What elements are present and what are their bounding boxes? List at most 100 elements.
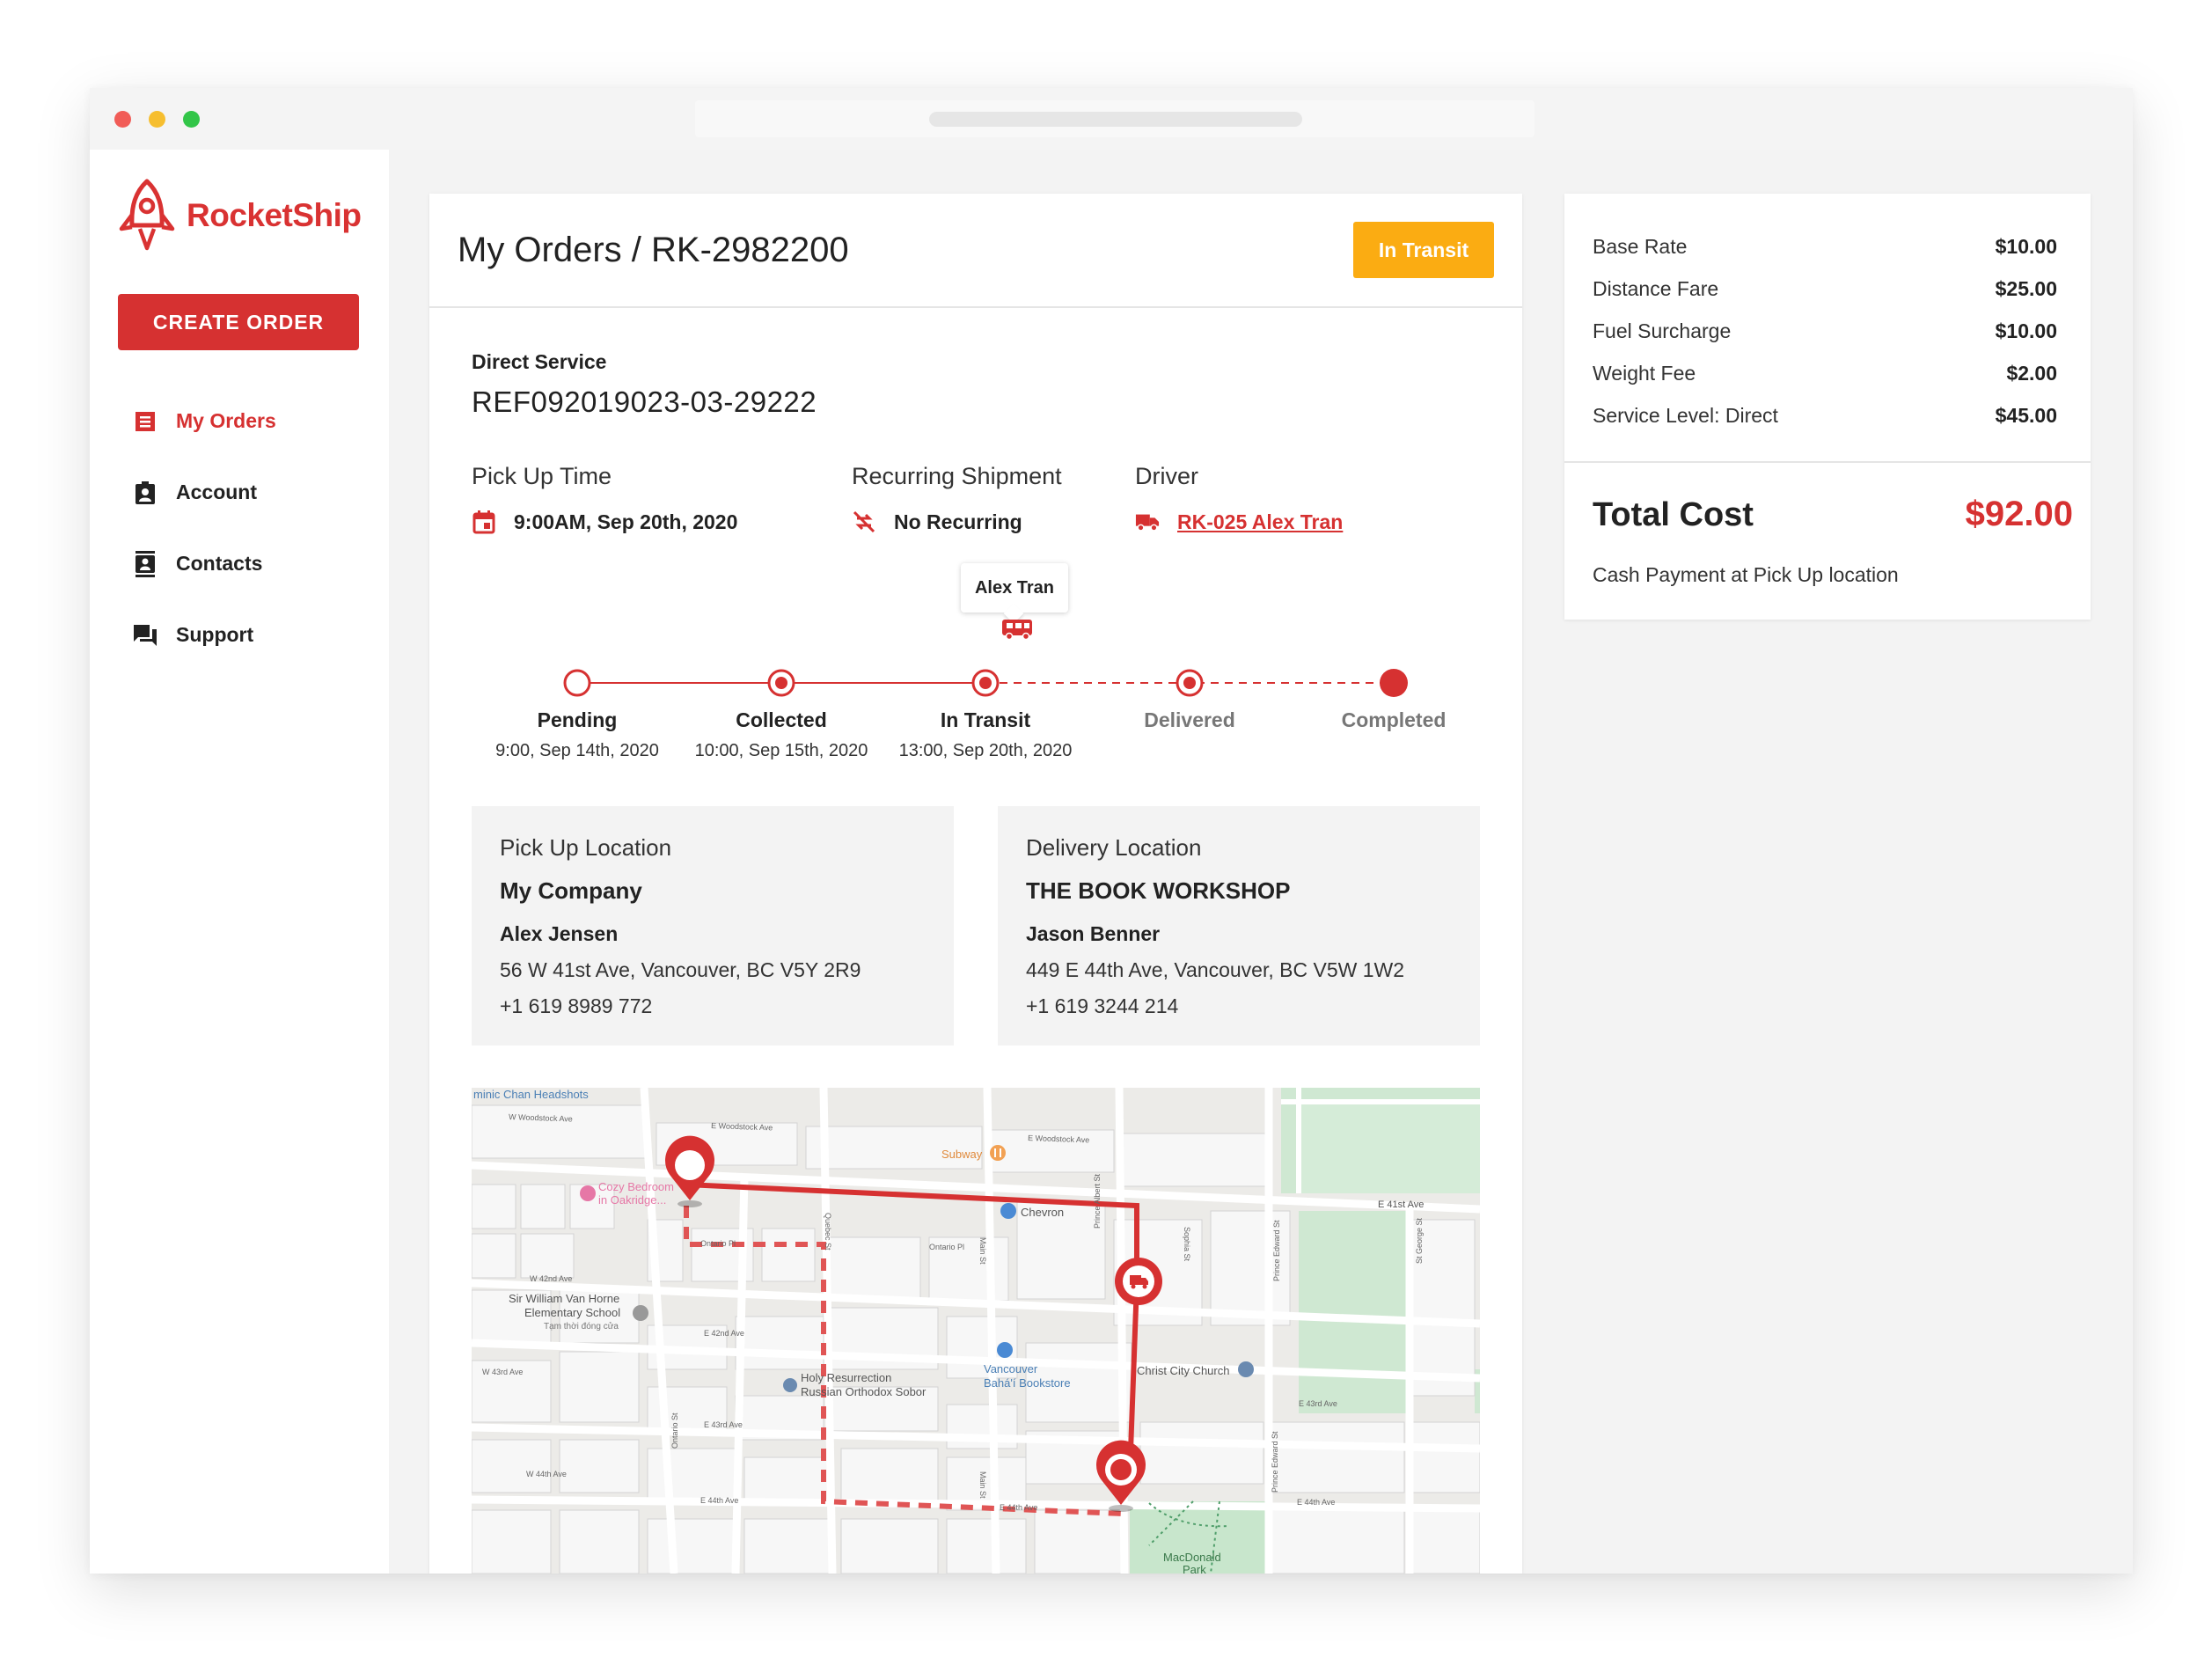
route-map[interactable]: minic Chan Headshots W Woodstock Ave E W…: [472, 1088, 1480, 1574]
map-label-w44: W 44th Ave: [526, 1470, 567, 1478]
cost-value: $10.00: [1995, 319, 2057, 342]
step-in-transit-label: In Transit: [940, 708, 1031, 731]
sidebar-item-my-orders[interactable]: My Orders: [132, 385, 276, 457]
delivery-address: 449 E 44th Ave, Vancouver, BC V5W 1W2: [1026, 958, 1405, 981]
delivery-location-title: Delivery Location: [1026, 834, 1202, 861]
map-label-st-george: St George St: [1415, 1217, 1424, 1264]
cost-label: Base Rate: [1593, 234, 1688, 258]
map-label-e43b: E 43rd Ave: [1299, 1399, 1337, 1408]
map-label-school-3: Tạm thời đóng cửa: [544, 1321, 619, 1332]
school-poi-icon: [633, 1305, 648, 1321]
driver-link[interactable]: RK-025 Alex Tran: [1177, 510, 1343, 534]
bahai-bookstore-poi-icon: [997, 1342, 1013, 1358]
sidebar: RocketShip CREATE ORDER My Orders Accoun…: [90, 150, 389, 1574]
orders-list-icon: [132, 408, 158, 435]
address-bar[interactable]: [695, 100, 1534, 137]
rocket-logo-icon: [119, 179, 175, 251]
service-type: Direct Service: [472, 350, 607, 373]
recurring-value: No Recurring: [894, 510, 1022, 533]
pickup-location-title: Pick Up Location: [500, 834, 672, 861]
step-pending-time: 9:00, Sep 14th, 2020: [495, 741, 659, 760]
step-in-transit-time: 13:00, Sep 20th, 2020: [898, 741, 1073, 760]
create-order-button[interactable]: CREATE ORDER: [118, 294, 359, 350]
pickup-time-label: Pick Up Time: [472, 463, 612, 489]
map-label-w42: W 42nd Ave: [530, 1274, 572, 1283]
repeat-off-icon: [852, 510, 876, 534]
sidebar-item-contacts[interactable]: Contacts: [132, 528, 276, 599]
map-label-e44b: E 44th Ave: [1000, 1503, 1037, 1512]
close-window-button[interactable]: [114, 111, 131, 128]
step-delivered-label: Delivered: [1144, 708, 1235, 731]
cost-value: $10.00: [1995, 234, 2057, 258]
sidebar-item-support[interactable]: Support: [132, 599, 276, 671]
truck-map-marker: [1115, 1258, 1162, 1305]
pickup-time-row: 9:00AM, Sep 20th, 2020: [472, 510, 737, 534]
pickup-address: 56 W 41st Ave, Vancouver, BC V5Y 2R9: [500, 958, 861, 981]
map-label-e42: E 42nd Ave: [704, 1329, 744, 1338]
minimize-window-button[interactable]: [149, 111, 165, 128]
map-label-main: Main St: [978, 1237, 987, 1265]
title-bar: [90, 88, 2133, 150]
timeline-track: [563, 620, 1408, 697]
map-label-cozy-1: Cozy Bedroom: [598, 1180, 674, 1193]
cost-row-fuel-surcharge: Fuel Surcharge $10.00: [1593, 310, 2057, 352]
cost-row-weight-fee: Weight Fee $2.00: [1593, 352, 2057, 394]
map-label-e41: E 41st Ave: [1378, 1199, 1424, 1210]
step-pending-marker: [563, 669, 591, 697]
map-label-prince-albert: Prince Albert St: [1093, 1173, 1102, 1229]
step-collected-time: 10:00, Sep 15th, 2020: [694, 741, 868, 760]
cost-value: $25.00: [1995, 276, 2057, 300]
sidebar-item-label: My Orders: [176, 409, 276, 432]
sidebar-item-label: Contacts: [176, 552, 263, 575]
map-label-bahai-1: Vancouver: [984, 1362, 1038, 1376]
map-label-prince-edward2: Prince Edward St: [1271, 1431, 1279, 1493]
sidebar-nav: My Orders Account Contacts Support: [132, 385, 276, 671]
map-label-bahai-2: Bahá'í Bookstore: [984, 1376, 1071, 1390]
order-card: My Orders / RK-2982200 In Transit Direct…: [429, 194, 1522, 1574]
logo[interactable]: RocketShip: [116, 178, 362, 253]
driver-row: RK-025 Alex Tran: [1135, 510, 1343, 534]
map-label-subway: Subway: [941, 1148, 983, 1161]
sidebar-item-account[interactable]: Account: [132, 457, 276, 528]
total-cost-label: Total Cost: [1593, 496, 1754, 533]
maximize-window-button[interactable]: [183, 111, 200, 128]
pickup-phone: +1 619 8989 772: [500, 994, 653, 1017]
cost-value: $45.00: [1995, 403, 2057, 427]
cost-value: $2.00: [2006, 361, 2057, 385]
cost-label: Distance Fare: [1593, 276, 1719, 300]
pickup-time-value: 9:00AM, Sep 20th, 2020: [514, 510, 738, 533]
map-label-sophia: Sophia St: [1183, 1227, 1191, 1262]
map-label-main2: Main St: [978, 1471, 987, 1499]
driver-section: Driver RK-025 Alex Tran: [1135, 463, 1343, 534]
map-label-e44c: E 44th Ave: [1297, 1498, 1335, 1507]
truck-icon: [1135, 510, 1160, 534]
sidebar-item-label: Account: [176, 481, 257, 503]
account-badge-icon: [132, 480, 158, 506]
reference-number: REF092019023-03-29222: [472, 385, 817, 418]
map-label-ontario-pl2: Ontario Pl: [929, 1243, 964, 1251]
christ-church-poi-icon: [1238, 1361, 1254, 1377]
cost-breakdown: Base Rate $10.00 Distance Fare $25.00 Fu…: [1593, 225, 2057, 437]
contacts-book-icon: [132, 550, 158, 577]
chevron-poi-icon: [1000, 1203, 1016, 1219]
order-header: My Orders / RK-2982200 In Transit: [429, 194, 1522, 308]
cost-summary-card: Base Rate $10.00 Distance Fare $25.00 Fu…: [1564, 194, 2091, 620]
recurring-row: No Recurring: [852, 510, 1062, 534]
pickup-time-section: Pick Up Time 9:00AM, Sep 20th, 2020: [472, 463, 737, 534]
recurring-label: Recurring Shipment: [852, 463, 1062, 489]
address-placeholder: [929, 112, 1302, 127]
status-badge[interactable]: In Transit: [1353, 222, 1494, 278]
cost-label: Service Level: Direct: [1593, 403, 1778, 427]
step-completed-label: Completed: [1341, 708, 1447, 731]
delivery-location-card: Delivery Location THE BOOK WORKSHOP Jaso…: [998, 806, 1480, 1045]
cozy-bedroom-poi-icon: [580, 1185, 596, 1201]
order-timeline: Alex Tran Pending 9:00, Sep 14th, 2020 C…: [429, 563, 1522, 774]
map-label-quebec: Quebec St: [824, 1213, 832, 1251]
cost-row-base-rate: Base Rate $10.00: [1593, 225, 2057, 268]
step-pending-label: Pending: [537, 708, 618, 731]
map-label-holy-2: Russian Orthodox Sobor: [801, 1385, 927, 1398]
sidebar-item-label: Support: [176, 623, 254, 646]
map-label-school-2: Elementary School: [524, 1306, 620, 1319]
pickup-location-card: Pick Up Location My Company Alex Jensen …: [472, 806, 954, 1045]
pickup-contact-name: Alex Jensen: [500, 922, 619, 945]
